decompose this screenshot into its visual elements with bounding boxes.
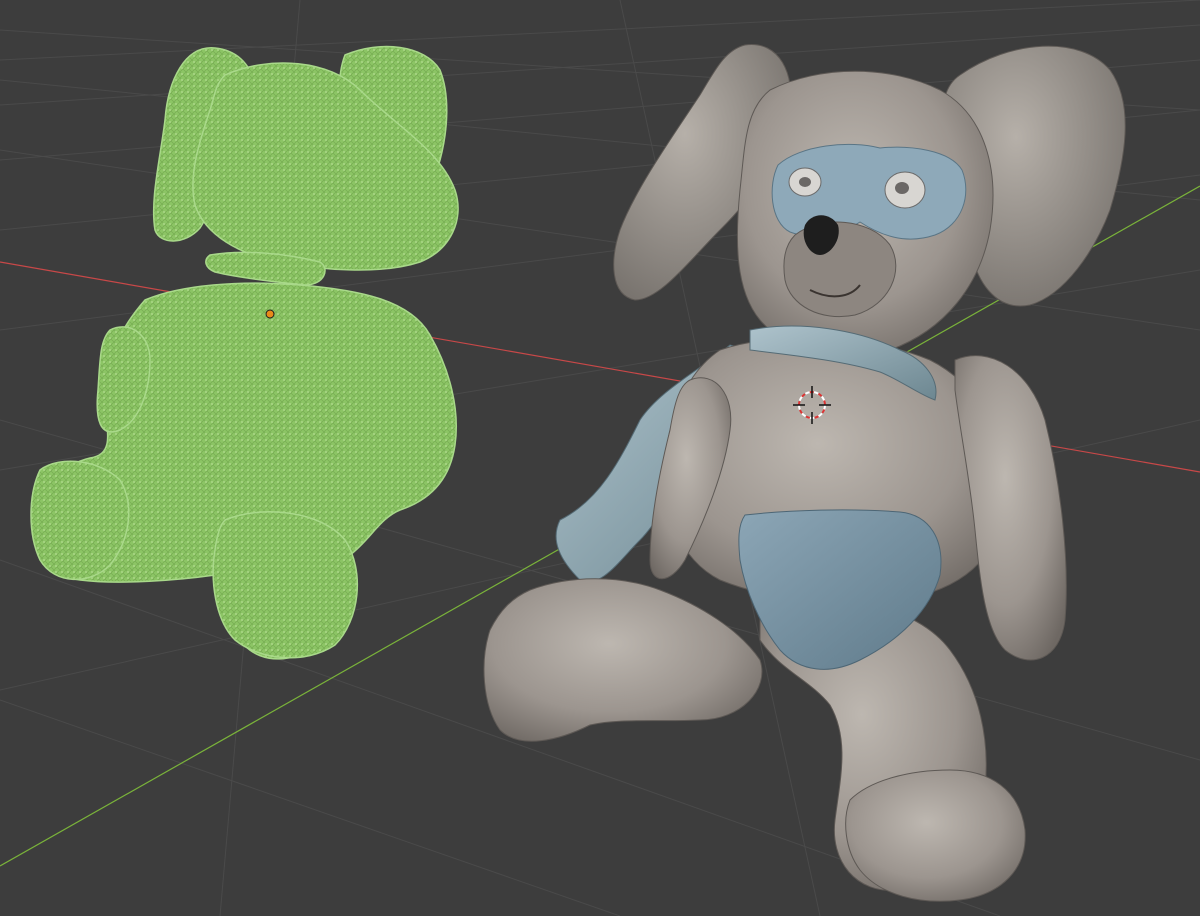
- bunny-plush-solid[interactable]: [483, 44, 1126, 902]
- object-origin-icon[interactable]: [265, 309, 275, 319]
- 3d-viewport[interactable]: [0, 0, 1200, 916]
- viewport-canvas[interactable]: [0, 0, 1200, 916]
- bunny-wireframe-selected[interactable]: [30, 45, 459, 660]
